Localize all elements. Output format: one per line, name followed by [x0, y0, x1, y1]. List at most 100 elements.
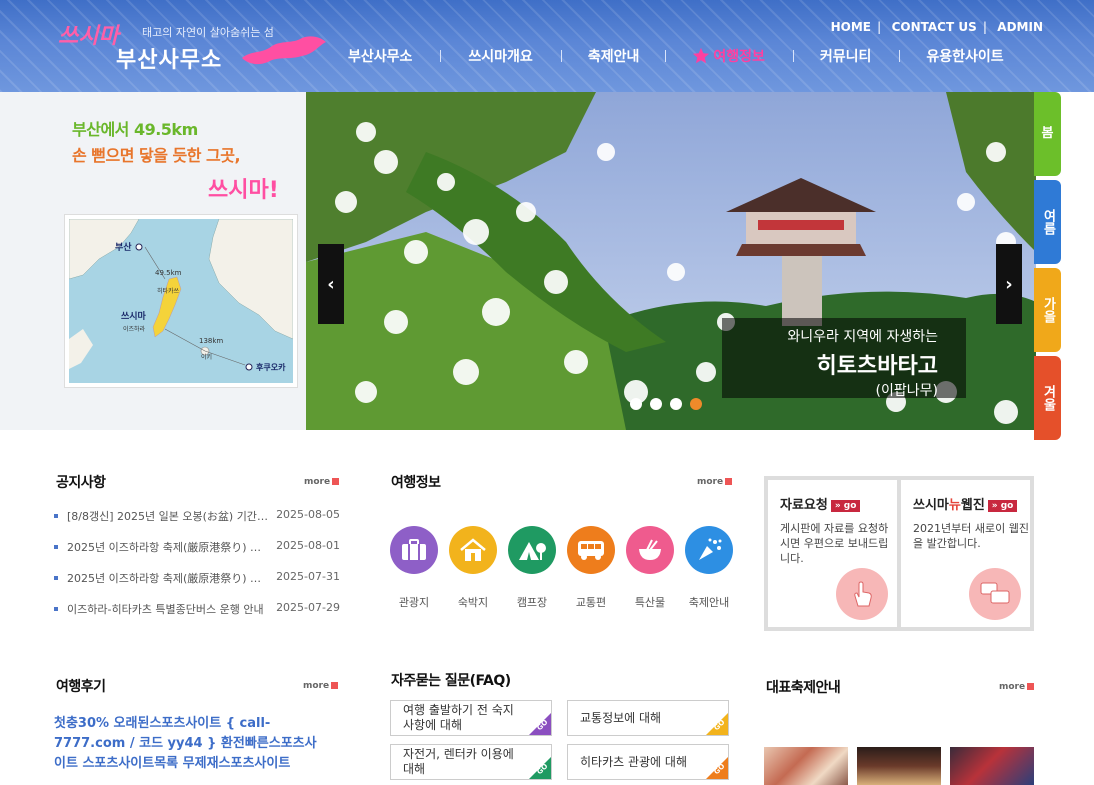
- nav-divider: [792, 50, 794, 62]
- notice-item-date: 2025-08-05: [276, 508, 340, 521]
- travel-title: 여행정보: [391, 475, 441, 491]
- travel-item-label: 특산물: [634, 596, 666, 609]
- material-request-title: 자료요청: [780, 498, 828, 513]
- festival-more-label: more: [999, 682, 1026, 692]
- festival-thumbnail[interactable]: [764, 747, 848, 785]
- slide-next-button[interactable]: ›: [996, 244, 1022, 324]
- nav-item-busan-office[interactable]: 부산사무소: [348, 46, 412, 66]
- travel-item-campsite[interactable]: 캠프장: [508, 526, 556, 610]
- slide-dot[interactable]: [670, 398, 682, 410]
- notice-list: [8/8갱신] 2025년 일본 오봉(お盆) 기간 휴무 안내 2025-08-…: [54, 508, 340, 632]
- map-label-fukuoka: 후쿠오카: [256, 362, 286, 372]
- season-tab-spring[interactable]: 봄: [1034, 92, 1061, 176]
- notice-item[interactable]: 2025년 이즈하라항 축제(厳原港祭り) 교통통제 안내 2025-07-31: [54, 570, 340, 601]
- nav-divider: [899, 50, 901, 62]
- slide-prev-button[interactable]: ‹: [318, 244, 344, 324]
- slide-dot-active[interactable]: [690, 398, 702, 410]
- travel-more-link[interactable]: more: [697, 477, 733, 487]
- map-label-iki: 이키: [201, 353, 212, 361]
- notice-item-title: 이즈하라-히타카츠 특별종단버스 운행 안내: [67, 603, 264, 616]
- go-label: go: [1000, 500, 1014, 511]
- notice-item-title: [8/8갱신] 2025년 일본 오봉(お盆) 기간 휴무 안내: [67, 510, 271, 523]
- notice-item-title: 2025년 이즈하라항 축제(厳原港祭り) 개최 안내: [67, 541, 271, 554]
- caption-region-text: 와니우라 지역에 자생하는: [787, 329, 938, 345]
- season-tab-summer[interactable]: 여름: [1034, 180, 1061, 264]
- webzine-title-b: 뉴: [948, 498, 961, 513]
- notice-item[interactable]: 이즈하라-히타카츠 특별종단버스 운행 안내 2025-07-29: [54, 601, 340, 632]
- travel-item-attractions[interactable]: 관광지: [390, 526, 438, 610]
- nav-item-useful-sites[interactable]: 유용한사이트: [926, 46, 1003, 66]
- arrow-right-icon: [332, 478, 340, 485]
- faq-item-text: 교통정보에 대해: [580, 710, 662, 725]
- arrow-right-icon: [331, 682, 339, 689]
- hero-tsushima-text: 쓰시마!: [208, 178, 279, 203]
- map-label-dist2: 138km: [199, 337, 223, 345]
- travel-item-label: 캠프장: [516, 596, 548, 609]
- travel-item-lodging[interactable]: 숙박지: [449, 526, 497, 610]
- nav-item-travel-info[interactable]: 여행정보: [692, 46, 765, 66]
- faq-item-transport[interactable]: 교통정보에 대해 GO: [567, 700, 729, 736]
- season-tab-summer-label: 여름: [1040, 209, 1056, 235]
- notice-more-link[interactable]: more: [304, 477, 340, 487]
- notice-item[interactable]: 2025년 이즈하라항 축제(厳原港祭り) 개최 안내 2025-08-01: [54, 539, 340, 570]
- travel-item-transport[interactable]: 교통편: [567, 526, 615, 610]
- star-icon: [693, 47, 710, 64]
- nav-item-festival[interactable]: 축제안내: [588, 46, 640, 66]
- webzine-title-c: 웹진: [960, 498, 985, 513]
- slide-pagination: [630, 398, 702, 410]
- webzine-desc: 2021년부터 새로이 웹진을 발간합니다.: [913, 522, 1029, 550]
- festival-thumbnail[interactable]: [857, 747, 941, 785]
- travel-item-specialties[interactable]: 특산물: [626, 526, 674, 610]
- travel-item-label: 교통편: [575, 596, 607, 609]
- hero-tagline-text: 손 뻗으면 닿을 듯한 그곳,: [72, 146, 241, 165]
- site-logo[interactable]: 쓰시마 태고의 자연이 살아숨쉬는 섬 부산사무소: [58, 14, 328, 74]
- festival-thumbnail[interactable]: [950, 747, 1034, 785]
- bus-icon: [567, 526, 615, 574]
- slide-caption: 와니우라 지역에 자생하는 히토츠바타고 (이팝나무): [722, 318, 966, 399]
- map-label-dist1: 49.5km: [155, 269, 182, 277]
- webzine-title-a: 쓰시마: [913, 498, 949, 513]
- faq-item-text: 여행 출발하기 전 숙지 사항에 대해: [403, 703, 514, 732]
- logo-script: 쓰시마: [58, 23, 119, 49]
- request-webzine-box: 자료요청» go 게시판에 자료를 요청하시면 우편으로 보내드립니다. 쓰시마…: [764, 476, 1034, 631]
- util-home-link[interactable]: HOME: [831, 20, 871, 34]
- festival-more-link[interactable]: more: [999, 682, 1035, 692]
- webzine-panel[interactable]: 쓰시마뉴웹진» go 2021년부터 새로이 웹진을 발간합니다.: [897, 480, 1030, 627]
- faq-item-bike-rental[interactable]: 자전거, 렌터카 이용에 대해 GO: [390, 744, 552, 780]
- chevron-left-icon: ‹: [327, 273, 335, 295]
- webzine-go-button[interactable]: » go: [987, 499, 1018, 512]
- util-contact-link[interactable]: CONTACT US: [892, 20, 977, 34]
- hero-intro-panel: 부산에서 49.5km 손 뻗으면 닿을 듯한 그곳, 쓰시마! 부산 49.5…: [0, 92, 306, 430]
- util-admin-link[interactable]: ADMIN: [997, 20, 1043, 34]
- util-separator: |: [982, 20, 988, 34]
- map-label-busan: 부산: [115, 241, 132, 253]
- season-tab-autumn[interactable]: 가을: [1034, 268, 1061, 352]
- travel-item-festival[interactable]: 축제안내: [685, 526, 733, 610]
- season-tab-winter[interactable]: 겨울: [1034, 356, 1061, 440]
- notice-item-date: 2025-07-31: [276, 570, 340, 583]
- chevron-right-icon: ›: [1005, 273, 1013, 295]
- location-map: 부산 49.5km 히타카쓰 쓰시마 이즈하라 138km 이키 후쿠오카: [64, 214, 298, 388]
- review-more-link[interactable]: more: [303, 681, 339, 691]
- season-tab-winter-label: 겨울: [1040, 385, 1056, 411]
- faq-item-text: 히타카츠 관광에 대해: [580, 754, 687, 769]
- main-nav: 부산사무소 쓰시마개요 축제안내 여행정보 커뮤니티 유용한사이트: [332, 44, 1052, 68]
- festival-thumbnails: [764, 747, 1034, 785]
- slide-dot[interactable]: [650, 398, 662, 410]
- nav-divider: [665, 50, 667, 62]
- nav-item-overview[interactable]: 쓰시마개요: [468, 46, 532, 66]
- material-request-go-button[interactable]: » go: [830, 499, 861, 512]
- review-latest-post[interactable]: 첫충30% 오래된스포츠사이트 { call-7777.com / 코드 yy4…: [54, 714, 324, 774]
- map-label-hitakatsu: 히타카쓰: [157, 287, 180, 295]
- nav-item-community[interactable]: 커뮤니티: [820, 46, 872, 66]
- slide-dot[interactable]: [630, 398, 642, 410]
- faq-title: 자주묻는 질문(FAQ): [391, 673, 511, 689]
- faq-item-hitakatsu[interactable]: 히타카츠 관광에 대해 GO: [567, 744, 729, 780]
- faq-item-before-departure[interactable]: 여행 출발하기 전 숙지 사항에 대해 GO: [390, 700, 552, 736]
- season-tab-autumn-label: 가을: [1040, 297, 1056, 323]
- site-header: 쓰시마 태고의 자연이 살아숨쉬는 섬 부산사무소 HOME | CONTACT …: [0, 0, 1094, 92]
- hero-distance-text: 부산에서 49.5km: [72, 120, 198, 139]
- island-logo-icon: [242, 36, 326, 65]
- material-request-panel[interactable]: 자료요청» go 게시판에 자료를 요청하시면 우편으로 보내드립니다.: [768, 480, 897, 627]
- notice-item[interactable]: [8/8갱신] 2025년 일본 오봉(お盆) 기간 휴무 안내 2025-08-…: [54, 508, 340, 539]
